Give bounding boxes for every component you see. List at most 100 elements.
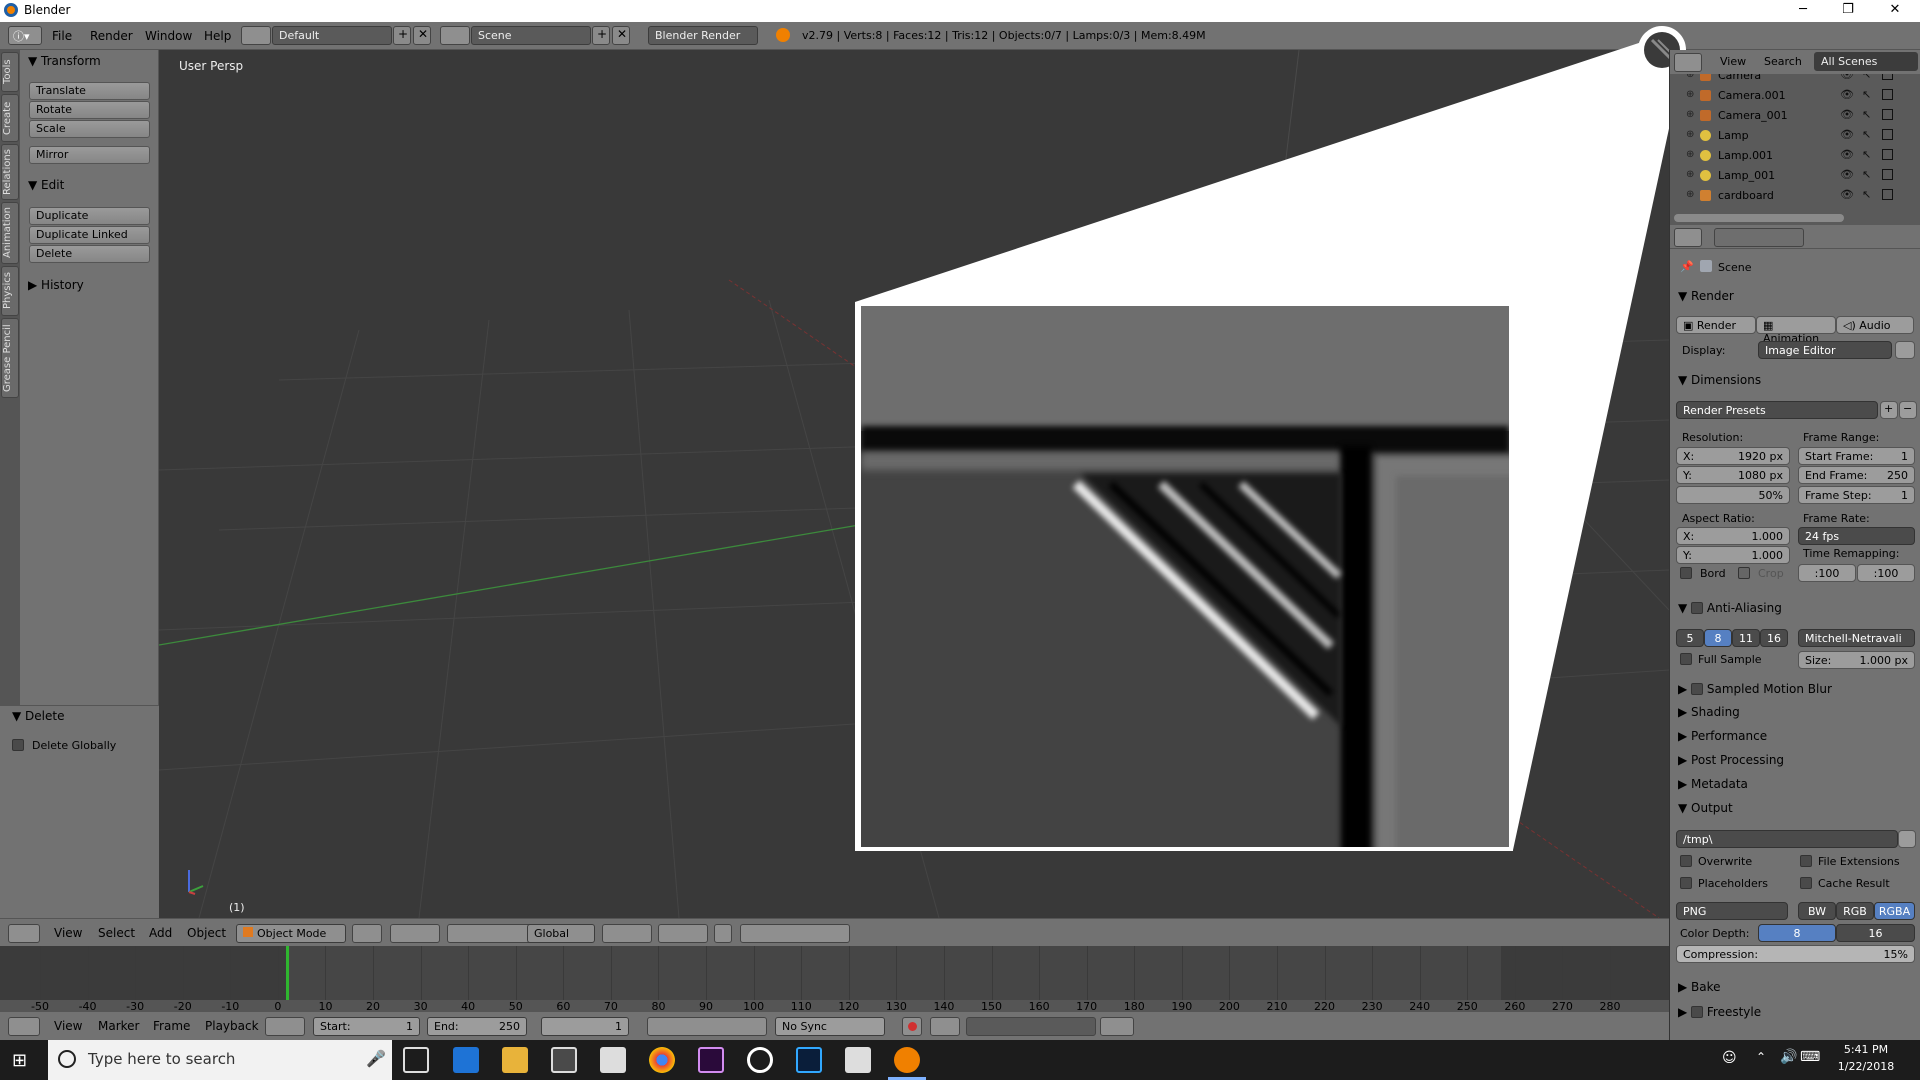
photoshop-icon[interactable]: [796, 1047, 822, 1073]
menu-window[interactable]: Window: [145, 29, 192, 43]
menu-file[interactable]: File: [52, 29, 72, 43]
frame-step-field[interactable]: Frame Step: 1: [1798, 486, 1915, 504]
expand-icon[interactable]: ⊕: [1686, 74, 1694, 80]
maximize-button[interactable]: ❐: [1825, 0, 1871, 22]
animation-button[interactable]: ▦ Animation: [1756, 316, 1836, 345]
editor-type-timeline-icon[interactable]: [8, 1017, 40, 1036]
editor-type-outliner-icon[interactable]: [1674, 53, 1702, 72]
app-circle-icon[interactable]: [747, 1047, 773, 1073]
resolution-x-field[interactable]: X: 1920 px: [1676, 447, 1790, 465]
outliner-menu-search[interactable]: Search: [1764, 55, 1802, 68]
keyframe-type-icon[interactable]: [930, 1017, 960, 1036]
outliner-display-mode[interactable]: All Scenes: [1814, 52, 1918, 71]
editor-type-info-icon[interactable]: ⓘ▾: [8, 26, 42, 45]
menu-object[interactable]: Object: [187, 926, 226, 940]
cache-result-checkbox[interactable]: [1800, 877, 1812, 889]
photos-icon[interactable]: [845, 1047, 871, 1073]
outliner-item[interactable]: ⊕ Camera.001 👁 ↖: [1670, 86, 1920, 106]
visibility-eye-icon[interactable]: 👁: [1840, 128, 1854, 141]
layer-lock-icon[interactable]: [714, 924, 732, 943]
editor-type-properties-icon[interactable]: [1674, 228, 1702, 247]
menu-timeline-view[interactable]: View: [54, 1019, 82, 1033]
anti-aliasing-panel-header[interactable]: ▼ Anti-Aliasing: [1678, 600, 1782, 615]
aa-samples-5[interactable]: 5: [1676, 629, 1704, 647]
menu-view[interactable]: View: [54, 926, 82, 940]
windows-start-icon[interactable]: ⊞: [12, 1050, 27, 1071]
manipulator-icons[interactable]: [447, 924, 533, 943]
freestyle-panel-header[interactable]: ▶ Freestyle: [1678, 1004, 1761, 1019]
scene-select[interactable]: Scene: [471, 26, 591, 45]
pivot-point-icon[interactable]: [390, 924, 440, 943]
outliner-item[interactable]: ⊕ cardboard 👁 ↖: [1670, 186, 1920, 206]
layout-add-icon[interactable]: +: [393, 26, 411, 45]
keyboard-icon[interactable]: ⌨: [1800, 1049, 1820, 1065]
clock-time[interactable]: 5:41 PM: [1826, 1043, 1906, 1056]
minimize-button[interactable]: ─: [1780, 0, 1826, 22]
end-frame-field[interactable]: End: 250: [427, 1017, 527, 1036]
selectable-cursor-icon[interactable]: ↖: [1862, 148, 1871, 161]
outliner-item[interactable]: ⊕ Lamp.001 👁 ↖: [1670, 146, 1920, 166]
outliner-menu-view[interactable]: View: [1720, 55, 1746, 68]
delete-button[interactable]: Delete: [29, 245, 150, 263]
mirror-button[interactable]: Mirror: [29, 146, 150, 164]
full-sample-checkbox[interactable]: [1680, 653, 1692, 665]
visibility-eye-icon[interactable]: 👁: [1840, 168, 1854, 181]
preview-range-icon[interactable]: [265, 1017, 305, 1036]
menu-help[interactable]: Help: [204, 29, 231, 43]
outliner-scrollbar[interactable]: [1674, 214, 1844, 222]
menu-marker[interactable]: Marker: [98, 1019, 139, 1033]
scene-remove-icon[interactable]: ✕: [612, 26, 630, 45]
expand-icon[interactable]: ⊕: [1686, 169, 1694, 180]
task-view-icon[interactable]: [403, 1047, 429, 1073]
show-hidden-icons[interactable]: ⌃: [1756, 1050, 1766, 1064]
duplicate-button[interactable]: Duplicate: [29, 207, 150, 225]
bake-panel-header[interactable]: ▶ Bake: [1678, 980, 1721, 994]
anti-aliasing-checkbox[interactable]: [1691, 602, 1704, 614]
sampled-motion-blur-header[interactable]: ▶ Sampled Motion Blur: [1678, 681, 1832, 696]
menu-render[interactable]: Render: [90, 29, 133, 43]
outliner-item[interactable]: ⊕ Lamp 👁 ↖: [1670, 126, 1920, 146]
end-frame-field-props[interactable]: End Frame: 250: [1798, 466, 1915, 484]
color-depth-8[interactable]: 8: [1758, 924, 1836, 942]
output-browse-icon[interactable]: [1898, 830, 1916, 848]
expand-icon[interactable]: ⊕: [1686, 89, 1694, 100]
timeline-area[interactable]: -50 -40 -30 -20 -10 0 10 20 30 40 50 60 70 80 90 100 110…: [0, 946, 1669, 1013]
microphone-icon[interactable]: 🎤: [366, 1049, 386, 1068]
freestyle-checkbox[interactable]: [1691, 1006, 1704, 1018]
selectable-cursor-icon[interactable]: ↖: [1862, 188, 1871, 201]
renderable-camera-icon[interactable]: [1882, 109, 1893, 120]
duplicate-linked-button[interactable]: Duplicate Linked: [29, 226, 150, 244]
performance-panel-header[interactable]: ▶ Performance: [1678, 729, 1767, 743]
tab-create[interactable]: Create: [1, 94, 19, 142]
visibility-eye-icon[interactable]: 👁: [1840, 188, 1854, 201]
remap-new-field[interactable]: :100: [1857, 564, 1915, 582]
dimensions-panel-header[interactable]: ▼ Dimensions: [1678, 373, 1761, 387]
taskbar-search-box[interactable]: Type here to search 🎤: [48, 1040, 392, 1080]
scale-button[interactable]: Scale: [29, 120, 150, 138]
filter-size-field[interactable]: Size: 1.000 px: [1798, 651, 1915, 669]
preset-remove-button[interactable]: −: [1899, 401, 1917, 419]
clock-date[interactable]: 1/22/2018: [1826, 1060, 1906, 1073]
renderable-camera-icon[interactable]: [1882, 169, 1893, 180]
aa-samples-8[interactable]: 8: [1704, 629, 1732, 647]
frame-rate-select[interactable]: 24 fps: [1798, 527, 1915, 545]
layout-grid-icon[interactable]: [241, 26, 271, 45]
tab-relations[interactable]: Relations: [1, 144, 19, 200]
layer-buttons-1[interactable]: [602, 924, 652, 943]
resolution-y-field[interactable]: Y: 1080 px: [1676, 466, 1790, 484]
selectable-cursor-icon[interactable]: ↖: [1862, 128, 1871, 141]
output-panel-header[interactable]: ▼ Output: [1678, 801, 1733, 815]
keying-set-field[interactable]: [966, 1017, 1096, 1036]
transform-orientation-select[interactable]: Global: [527, 924, 595, 943]
crop-checkbox[interactable]: [1738, 567, 1750, 579]
transform-panel-header[interactable]: ▼ Transform: [28, 54, 101, 68]
rotate-button[interactable]: Rotate: [29, 101, 150, 119]
tab-animation[interactable]: Animation: [1, 202, 19, 264]
border-checkbox[interactable]: [1680, 567, 1692, 579]
visibility-eye-icon[interactable]: 👁: [1840, 148, 1854, 161]
delete-operator-header[interactable]: ▼ Delete: [12, 709, 64, 723]
renderable-camera-icon[interactable]: [1882, 129, 1893, 140]
pin-icon[interactable]: 📌: [1680, 260, 1694, 273]
expand-icon[interactable]: ⊕: [1686, 109, 1694, 120]
menu-playback[interactable]: Playback: [205, 1019, 259, 1033]
